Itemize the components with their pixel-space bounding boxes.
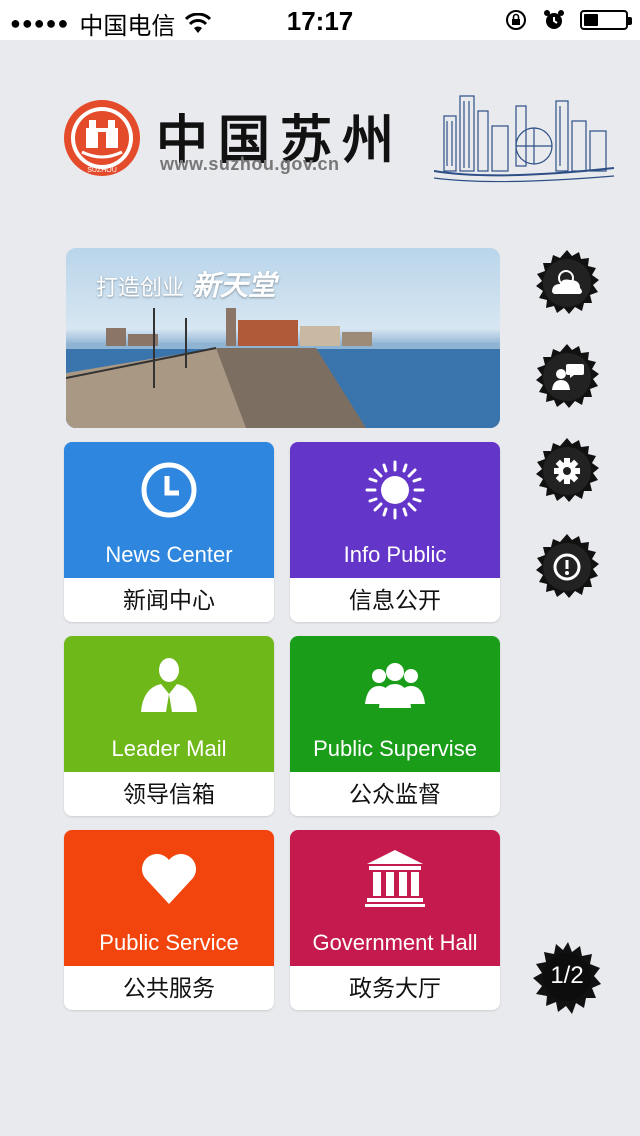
suzhou-seal-logo: SUZHOU [64,100,140,176]
about-button[interactable] [532,532,602,602]
tile-label-zh: 政务大厅 [349,975,441,1001]
page-indicator[interactable]: 1/2 [532,940,602,1016]
tile-label-zh: 新闻中心 [123,587,215,613]
tile-label-en: Public Service [99,930,239,955]
tile-label-zh: 公共服务 [123,975,215,1001]
weather-icon [536,250,599,314]
alarm-icon [544,10,564,29]
building-icon [365,850,425,907]
city-skyline-illustration [434,95,614,183]
leader-icon [141,658,197,712]
tile-news-center[interactable]: News Center 新闻中心 [64,442,274,622]
tile-label-zh: 领导信箱 [123,781,215,807]
status-bar: ●●●●● 中国电信 17:17 [0,0,640,40]
promo-banner[interactable]: 打造创业 新天堂 [66,248,500,428]
tile-info-public[interactable]: Info Public 信息公开 [290,442,500,622]
sun-icon [365,460,425,520]
rotation-lock-icon [506,10,526,30]
settings-button[interactable] [532,436,602,506]
group-icon [365,663,425,708]
tile-public-service[interactable]: Public Service 公共服务 [64,830,274,1010]
tile-label-en: Public Supervise [313,736,477,761]
banner-emphasis: 新天堂 [192,269,277,302]
feedback-button[interactable] [532,342,602,412]
feedback-icon [536,344,599,408]
tile-public-supervise[interactable]: Public Supervise 公众监督 [290,636,500,816]
page-indicator-text: 1/2 [550,962,584,989]
heart-icon [142,854,196,904]
tile-label-en: Government Hall [312,930,478,955]
tile-label-en: Info Public [343,542,447,567]
tile-label-zh: 信息公开 [349,587,441,613]
tile-leader-mail[interactable]: Leader Mail 领导信箱 [64,636,274,816]
svg-text:SUZHOU: SUZHOU [87,167,117,174]
tile-label-en: News Center [105,542,233,567]
brand-url: www.suzhou.gov.cn [160,154,340,174]
banner-text: 打造创业 [96,275,185,300]
tile-label-en: Leader Mail [111,736,227,761]
tile-government-hall[interactable]: Government Hall 政务大厅 [290,830,500,1010]
info-icon [536,534,599,598]
banner-headline: 打造创业 新天堂 [96,264,276,304]
weather-button[interactable] [532,248,602,318]
clock-icon [141,462,197,518]
gear-icon [536,438,599,502]
battery-icon [580,10,632,30]
tile-label-zh: 公众监督 [349,781,441,807]
